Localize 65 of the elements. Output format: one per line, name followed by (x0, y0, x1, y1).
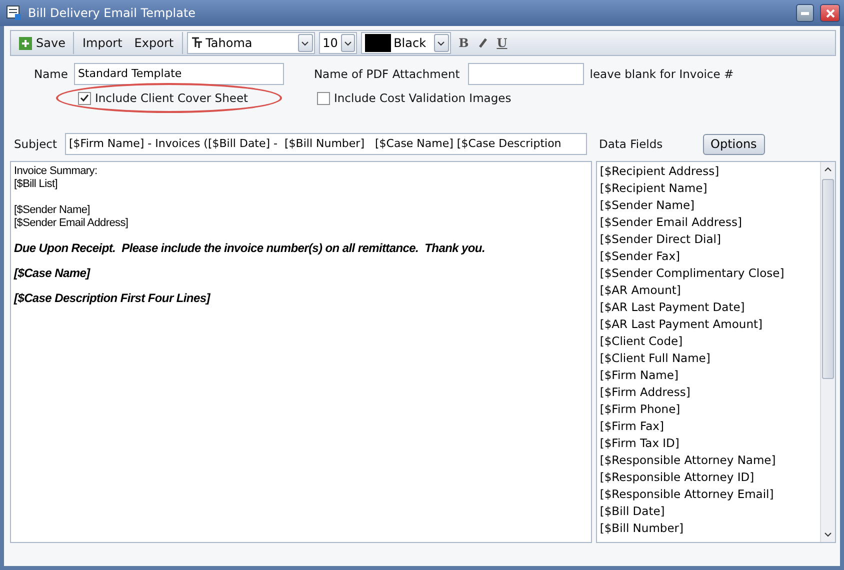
checkbox-label: Include Cost Validation Images (334, 91, 512, 105)
plus-icon (19, 36, 32, 50)
data-field-item[interactable]: [$AR Last Payment Date] (600, 299, 817, 316)
name-field[interactable]: Standard Template (74, 63, 284, 85)
caret-icon (824, 167, 832, 172)
data-field-item[interactable]: [$AR Amount] (600, 282, 817, 299)
minimize-icon (801, 12, 809, 14)
pdf-name-field[interactable] (468, 63, 584, 85)
data-field-item[interactable]: [$Sender Fax] (600, 248, 817, 265)
data-field-item[interactable]: [$Responsible Attorney Email] (600, 486, 817, 503)
field-label: Name of PDF Attachment (314, 67, 460, 81)
body-line: [$Case Description First Four Lines] (14, 292, 212, 305)
app-icon (6, 5, 22, 21)
data-field-item[interactable]: [$Recipient Name] (600, 180, 817, 197)
font-icon (190, 37, 203, 49)
data-field-item[interactable]: [$Client Full Name] (600, 350, 817, 367)
body-line: Invoice Summary: (14, 165, 98, 178)
checkbox-label: Include Client Cover Sheet (95, 91, 248, 105)
data-field-item[interactable]: [$Sender Direct Dial] (600, 231, 817, 248)
hint-text: leave blank for Invoice # (590, 67, 734, 81)
color-dropdown[interactable]: Black (360, 32, 451, 54)
size-dropdown[interactable]: 10 (318, 32, 357, 54)
body-line: [$Bill List] (14, 178, 58, 191)
body-line: [$Sender Name] (14, 204, 91, 217)
data-field-item[interactable]: [$Sender Complimentary Close] (600, 265, 817, 282)
data-field-item[interactable]: [$Client Code] (600, 333, 817, 350)
close-icon (826, 8, 834, 18)
font-dropdown[interactable]: Tahoma (186, 32, 315, 54)
caret-icon (344, 40, 352, 46)
minimize-button[interactable] (796, 4, 814, 22)
bold-button[interactable]: B (454, 36, 473, 50)
caret-icon (301, 40, 310, 46)
checkbox[interactable] (78, 92, 91, 104)
data-field-item[interactable]: [$Firm Tax ID] (600, 435, 817, 452)
close-button[interactable] (820, 4, 840, 22)
caret-icon (437, 40, 446, 46)
body-line: Due Upon Receipt. Please include the invoice number(s) on all remittance. Thank you. (14, 242, 486, 255)
field-label: Subject (14, 137, 57, 151)
underline-button[interactable]: U (492, 36, 512, 50)
data-field-item[interactable]: [$Responsible Attorney ID] (600, 469, 817, 486)
save-button[interactable]: Save (15, 32, 70, 54)
data-field-item[interactable]: [$Firm Name] (600, 367, 817, 384)
window-title: Bill Delivery Email Template (28, 6, 197, 20)
data-field-item[interactable]: [$Bill Date] (600, 503, 817, 520)
data-field-item[interactable]: [$Responsible Attorney Name] (600, 452, 817, 469)
data-field-item[interactable]: [$Bill Number] (600, 520, 817, 537)
caret-icon (824, 532, 832, 537)
field-label: Name (34, 67, 68, 81)
data-field-item[interactable]: [$Sender Email Address] (600, 214, 817, 231)
data-field-item[interactable]: [$AR Last Payment Amount] (600, 316, 817, 333)
data-field-item[interactable]: [$Firm Fax] (600, 418, 817, 435)
data-field-item[interactable]: [$Sender Name] (600, 197, 817, 214)
import-button[interactable]: Import (78, 32, 126, 54)
scrollbar[interactable] (820, 162, 835, 542)
options-button[interactable]: Options (702, 134, 765, 154)
export-button[interactable]: Export (130, 32, 178, 54)
body-line: [$Sender Email Address] (14, 217, 130, 230)
subject-field[interactable]: [$Firm Name] - Invoices ([$Bill Date] - [$Bill Number] [$Case Name] [$Case Description (65, 133, 587, 155)
body-line: [$Case Name] (14, 267, 92, 280)
data-field-item[interactable]: [$Firm Address] (600, 384, 817, 401)
field-label: Data Fields (599, 137, 663, 151)
checkbox[interactable] (317, 92, 330, 104)
data-field-item[interactable]: [$Recipient Address] (600, 163, 817, 180)
italic-icon[interactable] (476, 38, 489, 48)
data-field-item[interactable]: [$Firm Phone] (600, 401, 817, 418)
